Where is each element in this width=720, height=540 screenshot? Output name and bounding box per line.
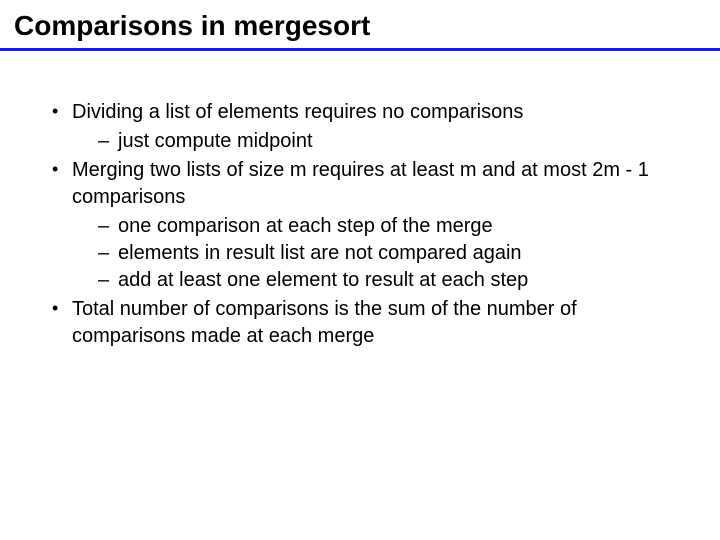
list-item: Dividing a list of elements requires no …: [48, 99, 672, 155]
slide-content: Dividing a list of elements requires no …: [0, 51, 720, 350]
slide: Comparisons in mergesort Dividing a list…: [0, 0, 720, 540]
bullet-text: elements in result list are not compared…: [118, 242, 522, 264]
bullet-text: just compute midpoint: [118, 130, 313, 152]
list-item: one comparison at each step of the merge: [96, 213, 672, 240]
bullet-text: Total number of comparisons is the sum o…: [72, 298, 577, 347]
bullet-text: one comparison at each step of the merge: [118, 215, 493, 237]
slide-title: Comparisons in mergesort: [0, 0, 720, 48]
sub-list: one comparison at each step of the merge…: [72, 213, 672, 294]
bullet-list: Dividing a list of elements requires no …: [48, 99, 672, 350]
list-item: just compute midpoint: [96, 128, 672, 155]
list-item: add at least one element to result at ea…: [96, 267, 672, 294]
list-item: Merging two lists of size m requires at …: [48, 157, 672, 294]
sub-list: just compute midpoint: [72, 128, 672, 155]
bullet-text: Dividing a list of elements requires no …: [72, 101, 523, 123]
list-item: Total number of comparisons is the sum o…: [48, 296, 672, 350]
bullet-text: add at least one element to result at ea…: [118, 269, 528, 291]
list-item: elements in result list are not compared…: [96, 240, 672, 267]
bullet-text: Merging two lists of size m requires at …: [72, 159, 649, 208]
